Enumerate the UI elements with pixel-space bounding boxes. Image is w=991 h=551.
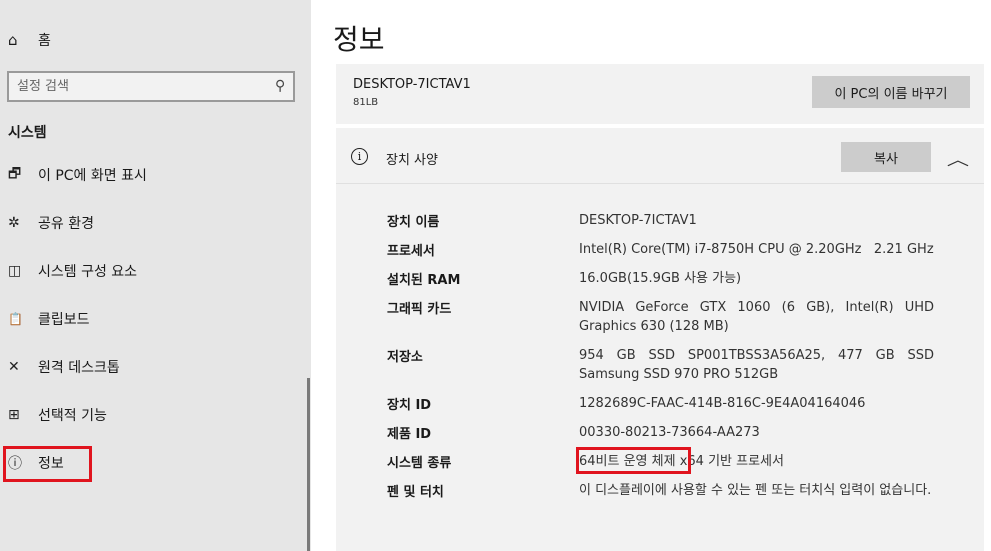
sidebar-item-label: 원격 데스크톱 <box>38 360 120 376</box>
next-card <box>336 541 984 551</box>
info-icon: i <box>351 148 368 165</box>
spec-value: 16.0GB(15.9GB 사용 가능) <box>579 271 742 286</box>
pc-name: DESKTOP-7ICTAV1 <box>353 77 471 92</box>
scrollbar[interactable] <box>307 378 310 551</box>
highlight-box <box>576 447 691 474</box>
device-specs-title: 장치 사양 <box>386 153 438 168</box>
sidebar-item-shared-experiences[interactable]: ✲ 공유 환경 <box>0 203 300 243</box>
sidebar-item-label: 이 PC에 화면 표시 <box>38 168 147 184</box>
display-icon: 🗗 <box>8 166 22 182</box>
highlight-box <box>3 446 92 482</box>
spec-label: 장치 ID <box>387 398 432 413</box>
device-specs-card: i 장치 사양 복사 ︿ 장치 이름 DESKTOP-7ICTAV1 프로세서 … <box>336 128 984 541</box>
search-input[interactable] <box>17 79 257 94</box>
search-box[interactable]: ⚲ <box>7 71 295 102</box>
sidebar-item-label: 클립보드 <box>38 312 90 328</box>
system-components-icon: ◫ <box>8 263 22 279</box>
clipboard-icon: 📋 <box>8 312 23 326</box>
sidebar-item-home[interactable]: ⌂ 홈 <box>0 22 300 58</box>
chevron-up-icon[interactable]: ︿ <box>947 146 969 170</box>
shared-experiences-icon: ✲ <box>8 215 20 231</box>
spec-value: NVIDIA GeForce GTX 1060 (6 GB), Intel(R)… <box>579 300 934 334</box>
device-specs-header[interactable]: i 장치 사양 복사 ︿ <box>336 128 984 184</box>
sidebar-item-label: 시스템 구성 요소 <box>38 264 138 280</box>
remote-desktop-icon: ✕ <box>8 359 20 375</box>
spec-label: 그래픽 카드 <box>387 302 452 317</box>
spec-label: 장치 이름 <box>387 215 440 230</box>
sidebar-item-clipboard[interactable]: 📋 클립보드 <box>0 299 300 339</box>
home-icon: ⌂ <box>8 31 18 49</box>
optional-features-icon: ⊞ <box>8 407 20 423</box>
search-icon[interactable]: ⚲ <box>275 78 285 94</box>
spec-value: DESKTOP-7ICTAV1 <box>579 213 697 228</box>
spec-value: 954 GB SSD SP001TBSS3A56A25, 477 GB SSD … <box>579 348 934 382</box>
spec-label: 시스템 종류 <box>387 456 452 471</box>
sidebar-item-label: 공유 환경 <box>38 216 94 232</box>
sidebar-item-label: 홈 <box>38 33 51 49</box>
spec-label: 설치된 RAM <box>387 273 461 288</box>
spec-value: 00330-80213-73664-AA273 <box>579 425 760 440</box>
sidebar-item-display[interactable]: 🗗 이 PC에 화면 표시 <box>0 155 300 195</box>
page-title: 정보 <box>333 23 385 56</box>
sidebar-item-system-components[interactable]: ◫ 시스템 구성 요소 <box>0 251 300 291</box>
spec-label: 저장소 <box>387 350 423 365</box>
pc-model: 81LB <box>353 97 379 108</box>
pc-name-card: DESKTOP-7ICTAV1 81LB 이 PC의 이름 바꾸기 <box>336 64 984 124</box>
spec-value: Intel(R) Core(TM) i7-8750H CPU @ 2.20GHz… <box>579 242 934 257</box>
copy-button[interactable]: 복사 <box>841 142 931 172</box>
sidebar-item-label: 선택적 기능 <box>38 408 107 424</box>
spec-label: 펜 및 터치 <box>387 485 444 500</box>
spec-value: 1282689C-FAAC-414B-816C-9E4A04164046 <box>579 396 866 411</box>
sidebar-item-optional-features[interactable]: ⊞ 선택적 기능 <box>0 395 300 435</box>
spec-label: 제품 ID <box>387 427 432 442</box>
rename-pc-button[interactable]: 이 PC의 이름 바꾸기 <box>812 76 970 108</box>
spec-label: 프로세서 <box>387 244 435 259</box>
system-type-rest: x64 기반 프로세서 <box>675 454 784 469</box>
section-title: 시스템 <box>8 125 47 141</box>
spec-value: 이 디스플레이에 사용할 수 있는 펜 또는 터치식 입력이 없습니다. <box>579 483 932 498</box>
sidebar-item-remote-desktop[interactable]: ✕ 원격 데스크톱 <box>0 347 300 387</box>
sidebar: ⌂ 홈 ⚲ 시스템 🗗 이 PC에 화면 표시 ✲ 공유 환경 ◫ 시스템 구성… <box>0 0 311 551</box>
